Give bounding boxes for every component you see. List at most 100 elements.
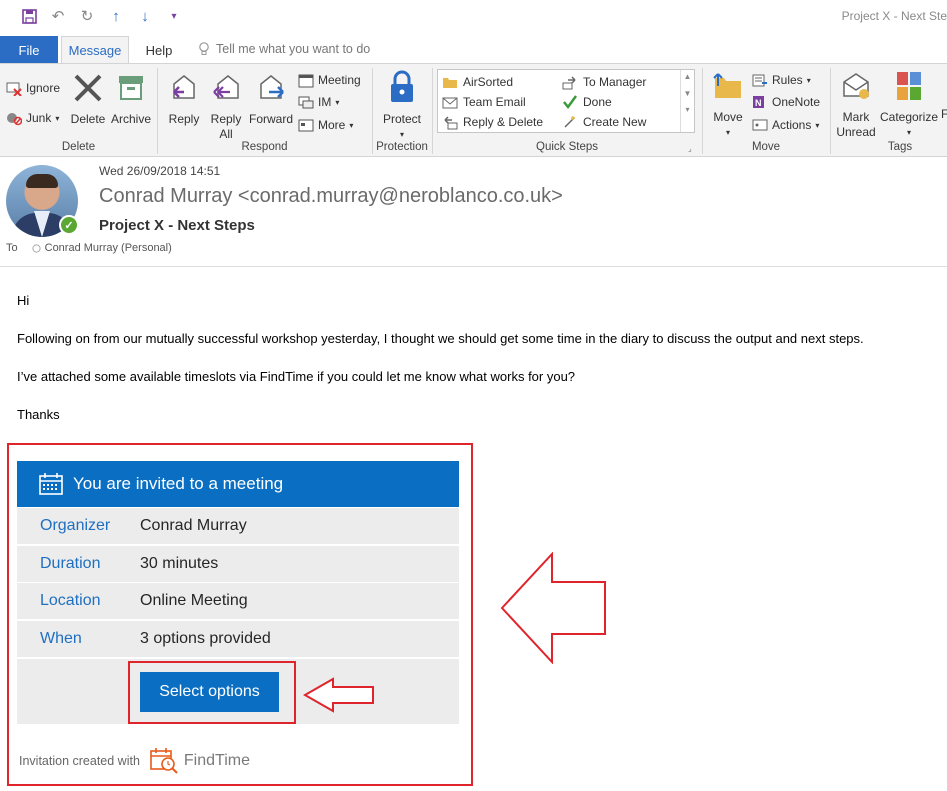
checkmark-icon <box>563 95 578 110</box>
invite-key: When <box>40 630 82 647</box>
onenote-icon: N <box>753 96 764 108</box>
invite-key: Duration <box>40 555 101 572</box>
quick-step-item[interactable]: AirSorted <box>442 74 513 90</box>
select-options-button[interactable]: Select options <box>140 672 279 712</box>
tab-help[interactable]: Help <box>136 36 182 64</box>
recipient[interactable]: Conrad Murray (Personal) <box>32 242 172 254</box>
more-respond-button[interactable]: More ▾ <box>298 115 353 135</box>
redo-icon[interactable]: ↻ <box>78 7 96 25</box>
quick-steps-scrollbar[interactable]: ▲ ▼ ▾ <box>680 70 694 132</box>
invite-key: Organizer <box>40 517 111 534</box>
meeting-button[interactable]: Meeting <box>298 70 361 90</box>
title-bar: ↶ ↻ ↑ ↓ ▾ Project X - Next Ste <box>0 0 947 34</box>
dialog-launcher-icon[interactable]: ⌟ <box>688 144 692 153</box>
mark-unread-button[interactable]: Mark Unread <box>834 70 878 140</box>
body-greeting: Hi <box>17 293 30 308</box>
chevron-down-icon: ▾ <box>806 75 811 85</box>
invite-row-location: Location Online Meeting <box>17 582 459 619</box>
invite-row-organizer: Organizer Conrad Murray <box>17 507 459 544</box>
actions-button[interactable]: Actions ▾ <box>752 115 819 135</box>
tab-message[interactable]: Message <box>61 36 129 64</box>
chevron-down-icon: ▾ <box>335 97 340 107</box>
rules-icon <box>752 74 767 87</box>
small-arrow-annotation-icon <box>303 677 374 713</box>
archive-button[interactable]: Archive <box>110 72 152 127</box>
findtime-brand[interactable]: FindTime <box>150 748 250 774</box>
chevron-down-icon: ▾ <box>906 128 911 137</box>
tab-file[interactable]: File <box>0 36 58 64</box>
body-paragraph: Following on from our mutually successfu… <box>17 331 864 346</box>
create-new-icon <box>564 116 575 128</box>
scroll-down-icon[interactable]: ▼ <box>681 89 694 98</box>
expand-gallery-icon[interactable]: ▾ <box>681 105 694 114</box>
delete-button[interactable]: Delete <box>69 72 107 127</box>
message-date: Wed 26/09/2018 14:51 <box>99 164 221 178</box>
rules-button[interactable]: Rules ▾ <box>752 70 811 90</box>
footer-text: Invitation created with <box>19 754 140 768</box>
scroll-up-icon[interactable]: ▲ <box>681 72 694 81</box>
save-icon[interactable] <box>20 7 38 25</box>
invite-key: Location <box>40 592 101 609</box>
delete-icon <box>74 74 102 102</box>
quick-step-item[interactable]: Done <box>562 94 612 110</box>
reply-button[interactable]: Reply <box>165 72 203 127</box>
quick-step-item[interactable]: To Manager <box>562 74 646 90</box>
invite-value: 3 options provided <box>140 630 271 647</box>
quick-step-item[interactable]: Create New <box>562 114 646 130</box>
presence-available-icon: ✓ <box>59 215 79 235</box>
recipients-line: To Conrad Murray (Personal) <box>6 242 172 254</box>
chevron-down-icon: ▾ <box>55 113 60 123</box>
move-folder-icon <box>713 73 741 98</box>
follow-up-button[interactable]: F <box>941 107 947 121</box>
team-email-icon <box>442 97 458 109</box>
onenote-button[interactable]: N OneNote <box>752 92 820 112</box>
reply-icon <box>173 75 195 99</box>
more-icon <box>298 119 314 132</box>
im-button[interactable]: IM ▾ <box>298 92 339 112</box>
protect-button[interactable]: Protect ▾ <box>380 70 424 142</box>
lightbulb-icon <box>199 42 209 55</box>
calendar-icon <box>39 473 63 495</box>
invite-row-duration: Duration 30 minutes <box>17 545 459 582</box>
sender-name[interactable]: Conrad Murray <conrad.murray@neroblanco.… <box>99 185 563 208</box>
big-arrow-annotation-icon <box>500 552 606 664</box>
ribbon-tabs: File Message Help Tell me what you want … <box>0 34 947 64</box>
invite-header: You are invited to a meeting <box>17 461 459 507</box>
invite-title: You are invited to a meeting <box>73 474 284 493</box>
group-label-delete: Delete <box>61 141 96 153</box>
group-label-move: Move <box>751 141 781 153</box>
invite-row-when: When 3 options provided <box>17 620 459 657</box>
tell-me-search[interactable]: Tell me what you want to do <box>198 42 370 56</box>
reply-all-icon <box>213 75 239 99</box>
mark-unread-icon <box>843 73 869 99</box>
chevron-down-icon: ▾ <box>349 120 354 130</box>
group-label-respond: Respond <box>241 141 288 153</box>
body-paragraph: I’ve attached some available timeslots v… <box>17 369 576 384</box>
body-signoff: Thanks <box>17 407 60 422</box>
invite-footer: Invitation created with FindTime <box>19 748 250 774</box>
forward-button[interactable]: Forward <box>248 72 294 127</box>
move-button[interactable]: Move ▾ <box>708 70 748 140</box>
actions-icon <box>752 119 768 131</box>
quick-step-item[interactable]: Team Email <box>442 94 526 110</box>
quick-steps-gallery: AirSorted Team Email Reply & Delete To M… <box>437 69 695 133</box>
ignore-button[interactable]: Ignore <box>6 78 60 98</box>
archive-icon <box>119 76 143 100</box>
categorize-icon <box>897 72 921 100</box>
to-manager-icon <box>562 76 576 90</box>
up-icon[interactable]: ↑ <box>107 7 125 25</box>
customize-toolbar-icon[interactable]: ▾ <box>165 7 183 25</box>
quick-step-item[interactable]: Reply & Delete <box>442 114 543 130</box>
chevron-down-icon: ▾ <box>399 130 404 139</box>
junk-button[interactable]: Junk ▾ <box>6 108 59 128</box>
undo-icon[interactable]: ↶ <box>49 7 67 25</box>
chevron-down-icon: ▾ <box>725 128 730 137</box>
categorize-button[interactable]: Categorize ▾ <box>879 70 939 140</box>
down-icon[interactable]: ↓ <box>136 7 154 25</box>
reply-all-button[interactable]: Reply All <box>205 72 247 142</box>
junk-icon <box>7 113 22 126</box>
window-title: Project X - Next Ste <box>841 9 947 23</box>
ignore-icon <box>6 82 22 96</box>
ribbon: Ignore Junk ▾ Delete Archive Delete Reply… <box>0 63 947 157</box>
chevron-down-icon: ▾ <box>815 120 820 130</box>
